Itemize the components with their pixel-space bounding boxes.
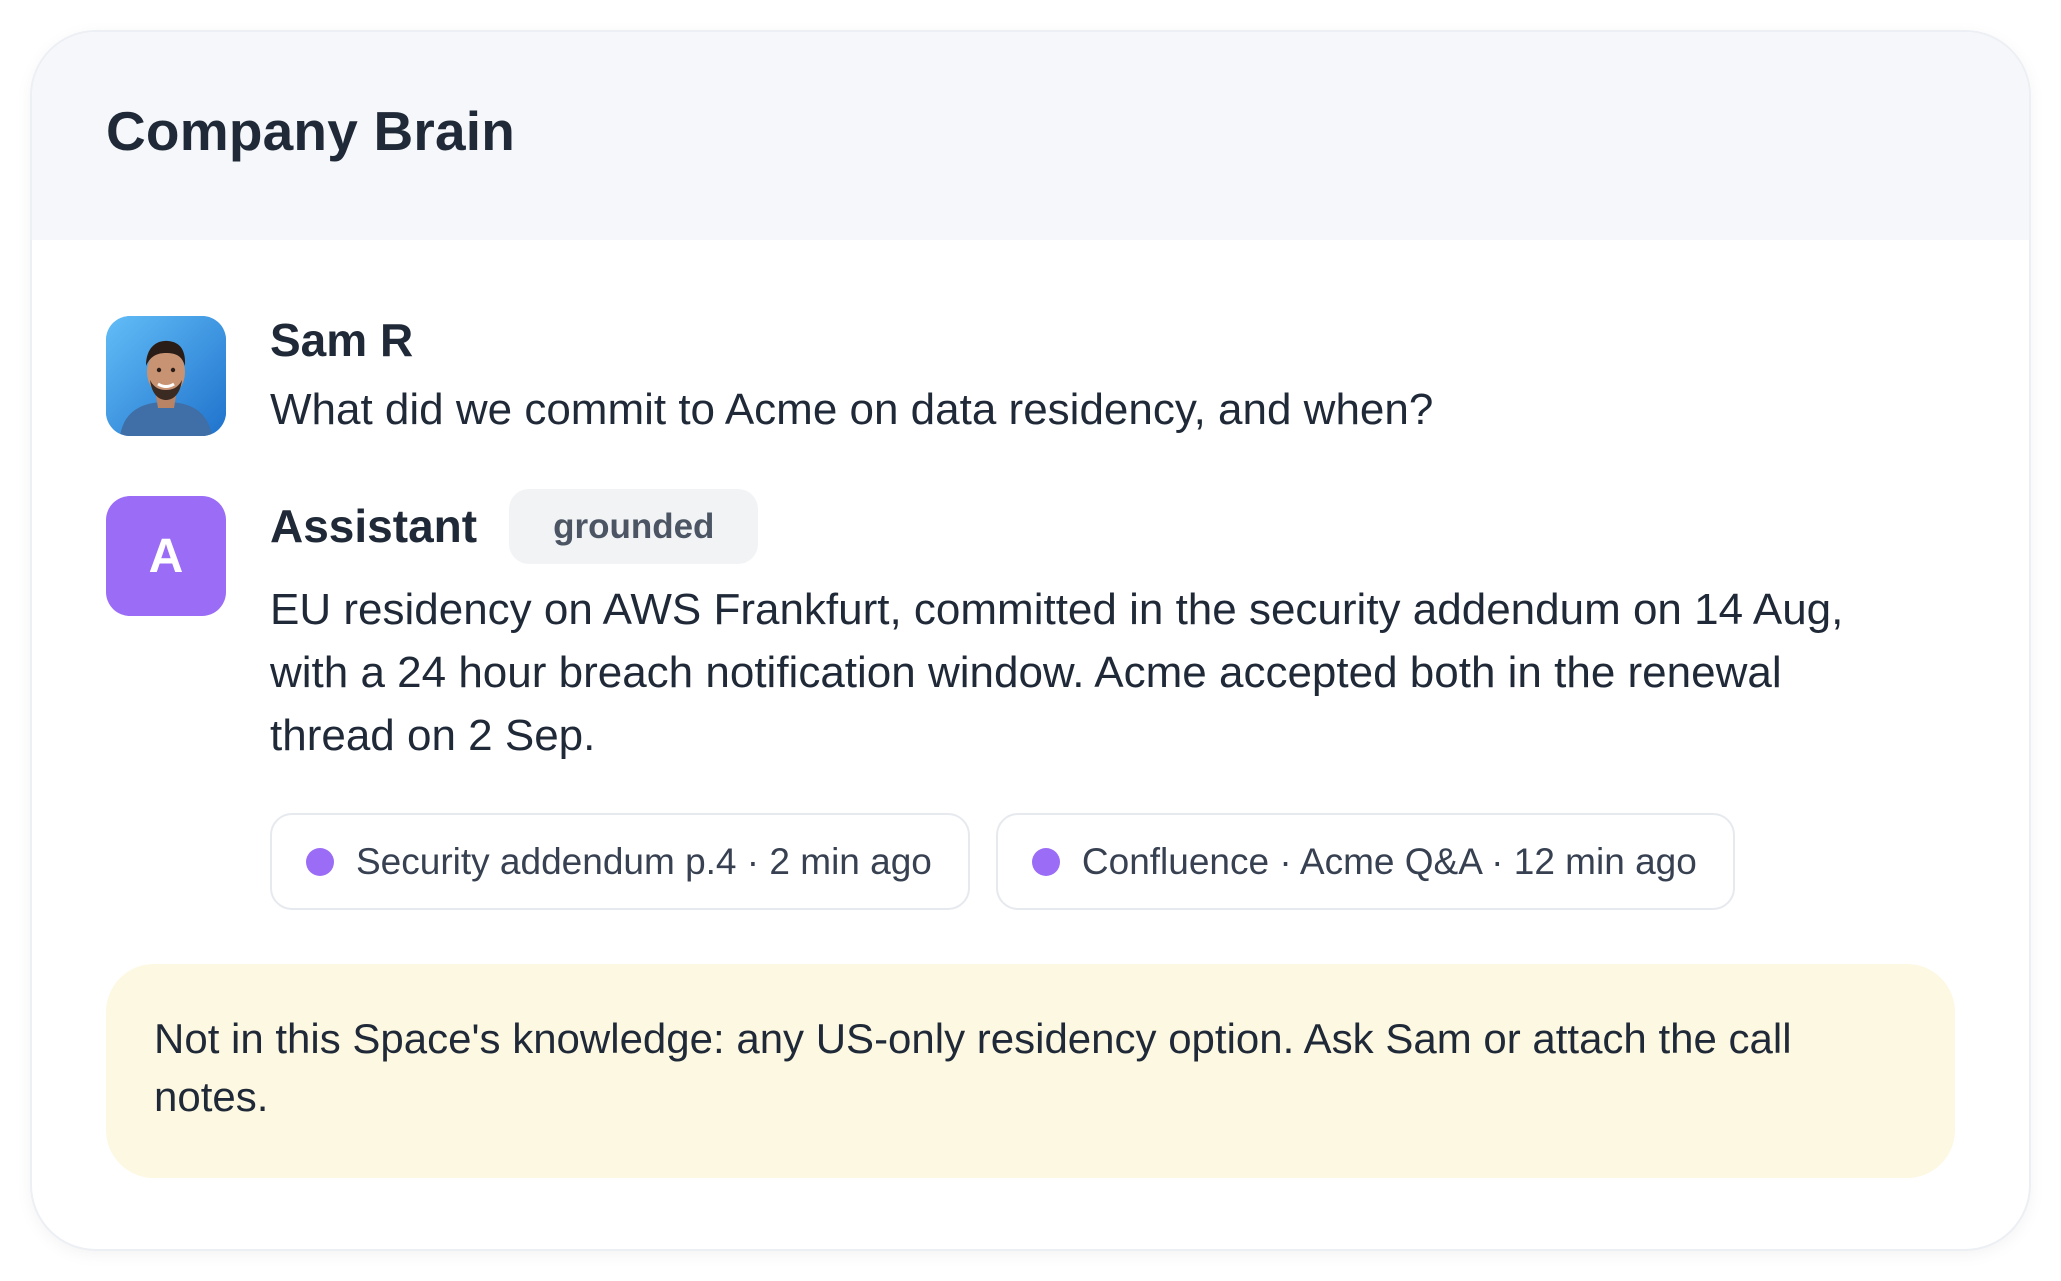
source-dot-icon (306, 847, 334, 876)
user-avatar-photo (106, 316, 226, 436)
avatar[interactable] (106, 316, 226, 436)
sender-name: Sam R (270, 314, 414, 366)
assistant-message: A Assistant grounded EU residency on AWS… (106, 488, 1955, 956)
sender-row: Assistant grounded (270, 486, 1955, 566)
citation-list: Security addendum p.4 · 2 min ago Conflu… (270, 813, 1955, 910)
message-text: EU residency on AWS Frankfurt, committed… (270, 585, 1844, 760)
sender-name: Assistant (270, 500, 478, 552)
citation-label: Confluence · Acme Q&A · 12 min ago (1081, 840, 1697, 882)
knowledge-gap-notice: Not in this Space's knowledge: any US-on… (106, 964, 1955, 1178)
user-message: Sam R What did we commit to Acme on data… (106, 314, 1955, 446)
chat-card: Company Brain Sam R What did we commit t… (32, 32, 2029, 1249)
avatar-letter: A (148, 529, 184, 583)
message-content: Assistant grounded EU residency on AWS F… (270, 486, 1955, 910)
notice-text: Not in this Space's knowledge: any US-on… (154, 1015, 1792, 1120)
grounded-badge: grounded (509, 488, 759, 564)
citation-chip[interactable]: Confluence · Acme Q&A · 12 min ago (995, 813, 1735, 910)
assistant-avatar: A (106, 496, 226, 616)
source-dot-icon (1031, 847, 1060, 876)
card-header: Company Brain (32, 32, 2029, 240)
message-content: Sam R What did we commit to Acme on data… (270, 310, 1955, 441)
citation-chip[interactable]: Security addendum p.4 · 2 min ago (270, 813, 970, 910)
sender-row: Sam R (270, 310, 1955, 370)
citation-label: Security addendum p.4 · 2 min ago (356, 840, 932, 882)
page-title: Company Brain (106, 100, 516, 162)
message-text: What did we commit to Acme on data resid… (270, 385, 1434, 434)
